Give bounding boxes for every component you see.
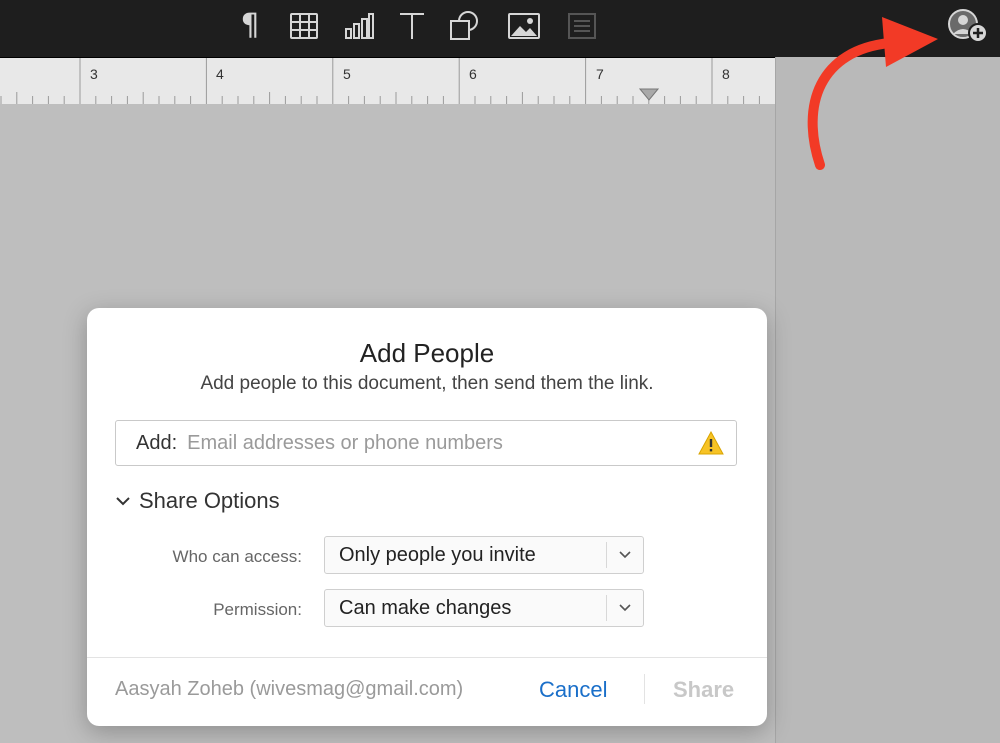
footer-divider xyxy=(87,657,767,658)
warning-icon xyxy=(698,431,724,455)
owner-account: Aasyah Zoheb (wivesmag@gmail.com) xyxy=(115,678,464,700)
who-can-access-label: Who can access: xyxy=(172,547,302,566)
button-divider xyxy=(644,674,645,704)
permission-select[interactable]: Can make changes xyxy=(324,589,644,627)
table-icon[interactable] xyxy=(288,11,320,41)
share-options-toggle[interactable]: Share Options xyxy=(115,488,280,514)
shape-icon[interactable] xyxy=(448,11,480,41)
dialog-subtitle: Add people to this document, then send t… xyxy=(200,373,654,394)
paragraph-glyph: ¶ xyxy=(240,8,260,43)
chevron-down-icon xyxy=(116,497,130,506)
ruler-number: 7 xyxy=(596,66,604,82)
chart-icon[interactable] xyxy=(343,11,375,41)
red-arrow-annotation xyxy=(807,17,938,170)
add-person-icon xyxy=(948,9,988,43)
text-icon[interactable] xyxy=(396,11,428,41)
who-can-access-value: Only people you invite xyxy=(339,543,536,566)
image-icon[interactable] xyxy=(508,11,540,41)
ruler[interactable]: 3 4 5 6 7 8 xyxy=(0,58,775,105)
ruler-number: 5 xyxy=(343,66,351,82)
share-options-label: Share Options xyxy=(139,488,280,513)
add-people-field[interactable]: Add: xyxy=(115,420,737,466)
paragraph-icon[interactable]: ¶ xyxy=(234,11,266,41)
ruler-number: 4 xyxy=(216,66,224,82)
add-people-input[interactable] xyxy=(185,430,698,456)
ruler-number: 3 xyxy=(90,66,98,82)
who-can-access-select[interactable]: Only people you invite xyxy=(324,536,644,574)
chevron-down-icon xyxy=(607,604,643,612)
dialog-title: Add People xyxy=(359,338,495,368)
comment-icon[interactable] xyxy=(566,11,598,41)
ruler-number: 6 xyxy=(469,66,477,82)
ruler-number: 8 xyxy=(722,66,730,82)
permission-label: Permission: xyxy=(213,600,302,619)
cancel-button[interactable]: Cancel xyxy=(539,677,607,703)
permission-value: Can make changes xyxy=(339,596,512,619)
add-people-dialog: Add People Add people to this document, … xyxy=(87,308,767,726)
chevron-down-icon xyxy=(607,551,643,559)
collaborate-button[interactable] xyxy=(946,8,992,44)
add-label: Add: xyxy=(136,431,178,454)
tab-stop-marker[interactable] xyxy=(639,88,659,102)
share-button[interactable]: Share xyxy=(673,677,734,703)
